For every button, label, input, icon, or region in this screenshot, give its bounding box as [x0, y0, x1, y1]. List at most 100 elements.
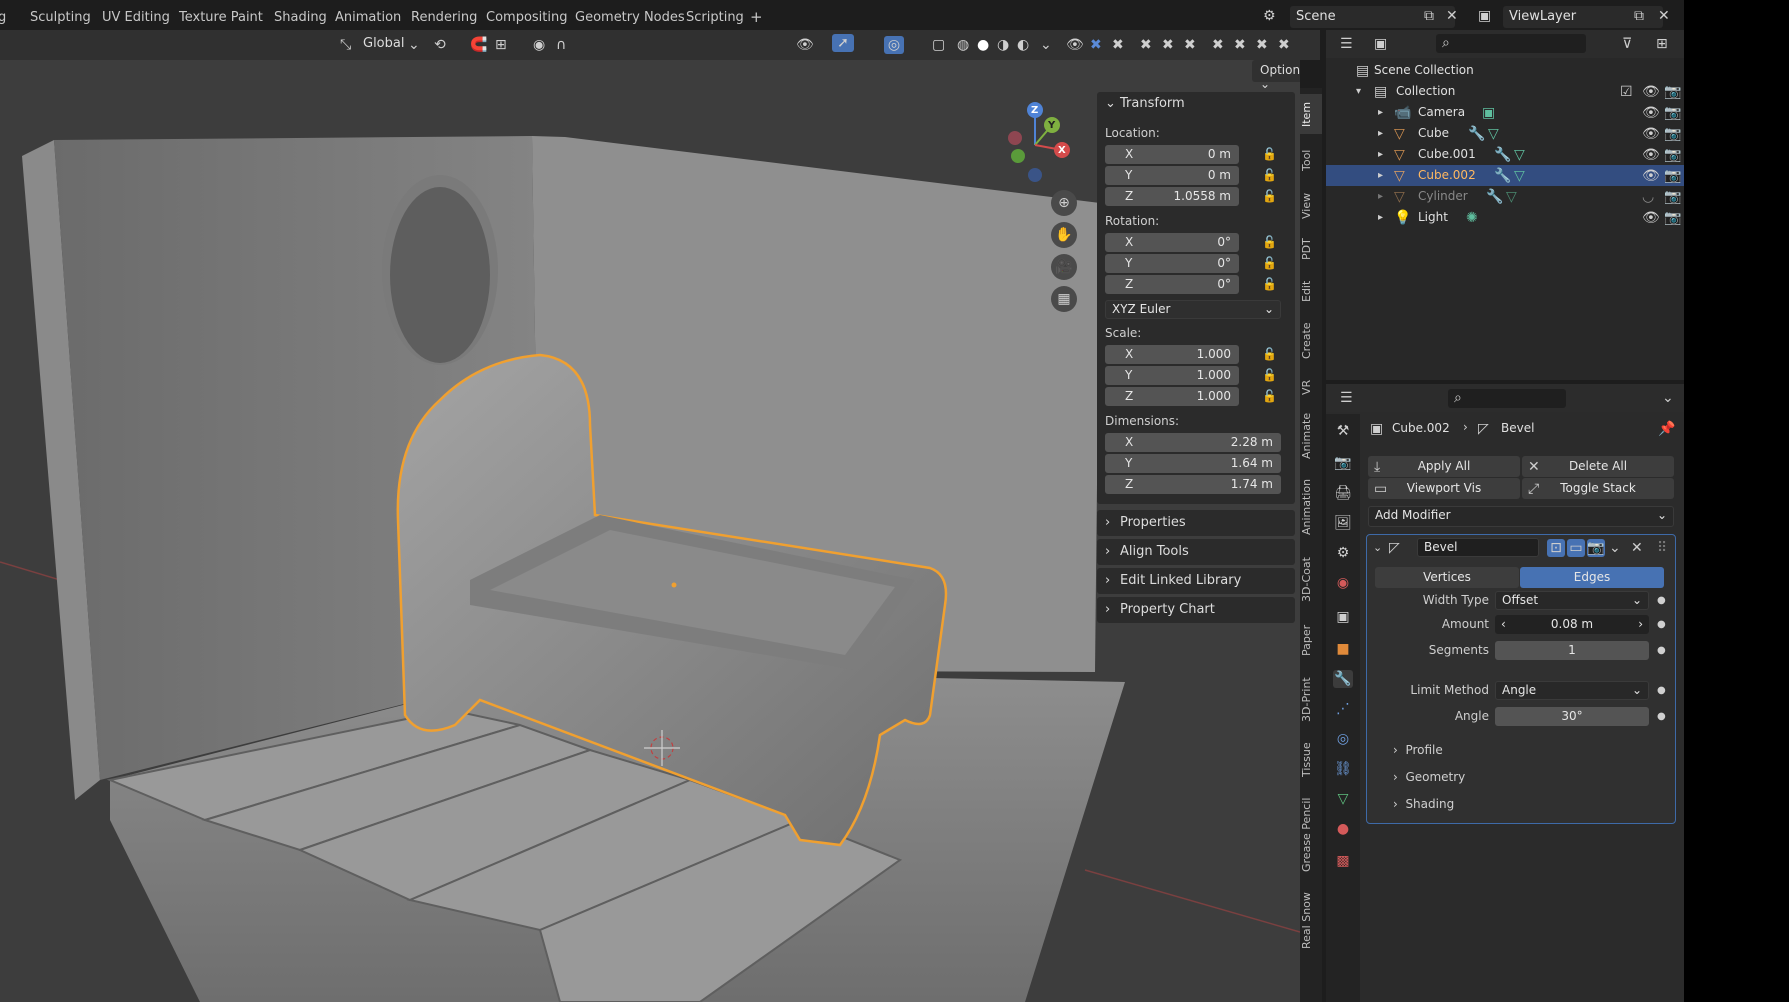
- scale-y-field[interactable]: Y 1.000: [1105, 366, 1239, 385]
- angle-field[interactable]: 30°: [1495, 707, 1649, 726]
- lock-icon[interactable]: 🔓: [1262, 147, 1277, 161]
- shading-options-icon[interactable]: ⌄: [1040, 36, 1052, 54]
- xray-icon[interactable]: ▢: [932, 36, 945, 54]
- sidebar-tab-view[interactable]: View: [1300, 186, 1322, 226]
- view-layer-tab-icon[interactable]: 🖼: [1333, 514, 1353, 532]
- edit-mode-toggle-icon[interactable]: ⊡: [1547, 539, 1565, 557]
- keyframe-dot-icon[interactable]: ●: [1657, 619, 1666, 630]
- display-mode-icon[interactable]: ☰: [1340, 35, 1353, 53]
- pan-hand-icon[interactable]: ✋: [1051, 222, 1077, 248]
- eye-closed-icon[interactable]: ◡: [1642, 188, 1654, 206]
- lock-icon[interactable]: 🔓: [1262, 347, 1277, 361]
- outliner-item-light[interactable]: ▸ 💡 Light ✺ 👁 📷: [1326, 207, 1684, 228]
- sidebar-tab-paper[interactable]: Paper: [1300, 616, 1322, 664]
- sidebar-tab-create[interactable]: Create: [1300, 314, 1322, 368]
- scale-x-field[interactable]: X 1.000: [1105, 345, 1239, 364]
- outliner-item-cube[interactable]: ▸ ▽ Cube 🔧 ▽ 👁 📷: [1326, 123, 1684, 144]
- extra-tool-icon[interactable]: ✖: [1256, 36, 1268, 54]
- apply-all-button[interactable]: ⤓ Apply All: [1368, 456, 1520, 477]
- visibility-icon[interactable]: 👁: [796, 36, 814, 54]
- lock-icon[interactable]: 🔓: [1262, 168, 1277, 182]
- modifier-tab-icon[interactable]: 🔧: [1333, 670, 1353, 688]
- world-tab-icon[interactable]: ◉: [1333, 574, 1353, 592]
- tab-uv-editing[interactable]: UV Editing: [102, 10, 170, 25]
- overlay-toggle-icon[interactable]: ◎: [884, 36, 904, 54]
- falloff-icon[interactable]: ∩: [556, 36, 566, 54]
- eye-icon[interactable]: 👁: [1066, 36, 1084, 54]
- tab-geometry-nodes[interactable]: Geometry Nodes: [575, 10, 685, 25]
- extra-tool-icon[interactable]: ✖: [1212, 36, 1224, 54]
- toggle-stack-button[interactable]: ⤢ Toggle Stack: [1522, 478, 1674, 499]
- amount-field[interactable]: ‹ 0.08 m ›: [1495, 615, 1649, 634]
- extra-tool-icon[interactable]: ✖: [1184, 36, 1196, 54]
- eye-icon[interactable]: 👁: [1642, 209, 1660, 227]
- eye-icon[interactable]: 👁: [1642, 104, 1660, 122]
- delete-all-button[interactable]: ✕ Delete All: [1522, 456, 1674, 477]
- rotation-y-field[interactable]: Y 0°: [1105, 254, 1239, 273]
- eye-icon[interactable]: 👁: [1642, 146, 1660, 164]
- tab-texture-paint[interactable]: Texture Paint: [179, 10, 263, 25]
- pivot-icon[interactable]: ⟲: [434, 36, 446, 54]
- rotation-z-field[interactable]: Z 0°: [1105, 275, 1239, 294]
- sidebar-tab-grease-pencil[interactable]: Grease Pencil: [1300, 788, 1322, 882]
- sidebar-tab-animate[interactable]: Animate: [1300, 406, 1322, 466]
- sidebar-tab-item[interactable]: Item: [1300, 94, 1322, 134]
- snap-target-icon[interactable]: ⊞: [495, 36, 507, 54]
- edit-linked-library-subpanel[interactable]: › Edit Linked Library: [1097, 568, 1295, 594]
- object-tab-icon[interactable]: ■: [1333, 640, 1353, 658]
- lock-icon[interactable]: 🔓: [1262, 389, 1277, 403]
- extra-tool-icon[interactable]: ✖: [1140, 36, 1152, 54]
- tab-sculpting[interactable]: Sculpting: [30, 10, 91, 25]
- constraints-tab-icon[interactable]: ⛓: [1333, 760, 1353, 778]
- keyframe-dot-icon[interactable]: ●: [1657, 685, 1666, 696]
- camera-icon[interactable]: 📷: [1664, 104, 1681, 122]
- extra-tool-icon[interactable]: ✖: [1162, 36, 1174, 54]
- extra-tool-icon[interactable]: ✖: [1278, 36, 1290, 54]
- close-icon[interactable]: ✕: [1631, 539, 1643, 557]
- add-modifier-dropdown[interactable]: Add Modifier ⌄: [1368, 506, 1674, 527]
- proportional-edit-icon[interactable]: ◉: [533, 36, 545, 54]
- tab-shading[interactable]: Shading: [274, 10, 327, 25]
- tab-animation[interactable]: Animation: [335, 10, 401, 25]
- drag-handle-icon[interactable]: ⠿: [1657, 539, 1667, 557]
- pin-icon[interactable]: 📌: [1658, 420, 1675, 438]
- dimensions-z-field[interactable]: Z 1.74 m: [1105, 475, 1281, 494]
- extra-tool-icon[interactable]: ✖: [1090, 36, 1102, 54]
- sidebar-tab-edit[interactable]: Edit: [1300, 272, 1322, 310]
- data-tab-icon[interactable]: ▽: [1333, 790, 1353, 808]
- rotation-mode-dropdown[interactable]: XYZ Euler ⌄: [1105, 300, 1281, 319]
- new-scene-icon[interactable]: ⧉: [1424, 7, 1434, 25]
- chevron-down-icon[interactable]: ⌄: [1609, 539, 1621, 557]
- physics-tab-icon[interactable]: ◎: [1333, 730, 1353, 748]
- keyframe-dot-icon[interactable]: ●: [1657, 711, 1666, 722]
- width-type-dropdown[interactable]: Offset ⌄: [1495, 591, 1649, 610]
- checkbox-icon[interactable]: ☑: [1620, 83, 1633, 101]
- sidebar-tab-3d-print[interactable]: 3D-Print: [1300, 668, 1322, 732]
- outliner-item-cylinder[interactable]: ▸ ▽ Cylinder 🔧 ▽ ◡ 📷: [1326, 186, 1684, 207]
- grid-view-icon[interactable]: ▦: [1051, 286, 1077, 312]
- collection-tab-icon[interactable]: ▣: [1333, 608, 1353, 626]
- dimensions-y-field[interactable]: Y 1.64 m: [1105, 454, 1281, 473]
- lock-icon[interactable]: 🔓: [1262, 235, 1277, 249]
- zoom-icon[interactable]: ⊕: [1051, 190, 1077, 216]
- dimensions-x-field[interactable]: X 2.28 m: [1105, 433, 1281, 452]
- location-z-field[interactable]: Z 1.0558 m: [1105, 187, 1239, 206]
- options-dropdown[interactable]: Options ⌄: [1252, 60, 1300, 91]
- camera-icon[interactable]: 📷: [1664, 209, 1681, 227]
- scale-z-field[interactable]: Z 1.000: [1105, 387, 1239, 406]
- geometry-subpanel[interactable]: › Geometry: [1393, 770, 1465, 784]
- scene-tab-icon[interactable]: ⚙: [1333, 544, 1353, 562]
- gizmo-toggle-icon[interactable]: ➚: [832, 34, 854, 52]
- filter-view-icon[interactable]: ▣: [1374, 35, 1387, 53]
- keyframe-dot-icon[interactable]: ●: [1657, 595, 1666, 606]
- transform-header[interactable]: ⌄ Transform: [1105, 96, 1185, 111]
- tab-compositing[interactable]: Compositing: [486, 10, 568, 25]
- profile-subpanel[interactable]: › Profile: [1393, 743, 1443, 757]
- sidebar-tab-3d-coat[interactable]: 3D-Coat: [1300, 548, 1322, 612]
- camera-view-icon[interactable]: 🎥: [1051, 254, 1077, 280]
- lock-icon[interactable]: 🔓: [1262, 277, 1277, 291]
- tab-partial[interactable]: g: [0, 10, 6, 25]
- rotation-x-field[interactable]: X 0°: [1105, 233, 1239, 252]
- lock-icon[interactable]: 🔓: [1262, 256, 1277, 270]
- eye-icon[interactable]: 👁: [1642, 83, 1660, 101]
